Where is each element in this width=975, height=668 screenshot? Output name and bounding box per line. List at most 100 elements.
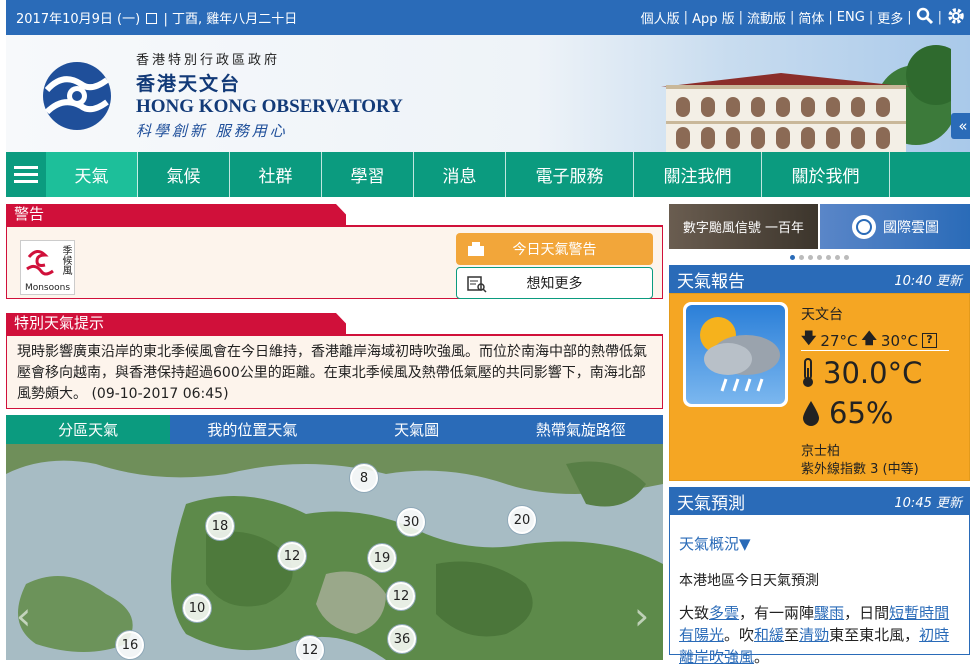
term-link-cloudy[interactable]: 多雲 (709, 604, 739, 622)
right-column: 數字颱風信號 一百年 國際雲圖 天氣報告 10:40 更新 天文台 🡇 27°C… (669, 204, 970, 666)
top-links: 個人版 | App 版 | 流動版 | 简体 | ENG | 更多 | | (641, 6, 966, 30)
min-temp: 27°C (820, 331, 858, 350)
map-terrain (6, 444, 663, 660)
nav-item-news[interactable]: 消息 (414, 152, 506, 197)
forecast-updated: 10:45 更新 (894, 495, 962, 511)
humidity-drop-icon (803, 401, 819, 426)
hamburger-menu-icon[interactable] (6, 152, 46, 197)
station-marker[interactable]: 12 (278, 542, 306, 570)
tab-weather-chart[interactable]: 天氣圖 (335, 415, 499, 444)
forecast-subtitle: 本港地區今日天氣預測 (679, 573, 819, 589)
nav-item-follow-us[interactable]: 關注我們 (634, 152, 762, 197)
learn-more-label: 想知更多 (526, 276, 583, 292)
tips-title: 特別天氣提示 (6, 313, 346, 334)
learn-more-button[interactable]: 想知更多 (456, 267, 653, 299)
separator: | (683, 10, 689, 25)
warnings-header: 警告 (6, 204, 663, 225)
term-link-moderate[interactable]: 和緩 (754, 626, 784, 644)
lunar-date: | 丁酉, 雞年八月二十日 (163, 12, 298, 27)
map-next-arrow[interactable]: › (634, 594, 649, 638)
uv-station: 京士柏 (801, 444, 841, 459)
main-nav: 天氣 氣候 社群 學習 消息 電子服務 關注我們 關於我們 (6, 152, 970, 197)
station-marker[interactable]: 12 (387, 582, 415, 610)
forecast-text-part: 。 (754, 648, 770, 666)
station-marker[interactable]: 20 (508, 506, 536, 534)
station-marker[interactable]: 8 (350, 464, 378, 492)
brand-text: 香港特別行政區政府 香港天文台 HONG KONG OBSERVATORY 科學… (136, 49, 403, 141)
monsoon-signal-icon[interactable]: 季候風 Monsoons (20, 240, 75, 295)
observatory-building-image (661, 45, 951, 152)
forecast-title: 天氣預測 (677, 493, 745, 514)
promo-typhoon-signal[interactable]: 數字颱風信號 一百年 (669, 204, 818, 249)
search-icon[interactable] (916, 7, 934, 29)
link-more[interactable]: 更多 (877, 8, 903, 27)
cloudy-showers-icon[interactable] (683, 302, 788, 407)
tab-my-location-weather[interactable]: 我的位置天氣 (170, 415, 334, 444)
forecast-text-part: ，有一兩陣 (739, 604, 815, 622)
map-tabs: 分區天氣 我的位置天氣 天氣圖 熱帶氣旋路徑 (6, 415, 663, 444)
nav-item-community[interactable]: 社群 (230, 152, 322, 197)
separator: | (828, 10, 833, 25)
warnings-title: 警告 (6, 204, 346, 225)
promo-international-cloud[interactable]: 國際雲圖 (820, 204, 970, 249)
nav-item-learning[interactable]: 學習 (322, 152, 414, 197)
separator: | (868, 10, 874, 25)
link-english[interactable]: ENG (837, 10, 865, 25)
special-weather-tips: 現時影響廣東沿岸的東北季候風會在今日維持，香港離岸海域初時吹強風。而位於南海中部… (6, 334, 663, 409)
weather-report-header: 天氣報告 10:40 更新 (669, 265, 970, 293)
weather-report-updated: 10:40 更新 (894, 273, 962, 289)
carousel-dots[interactable] (669, 249, 970, 265)
nav-item-weather[interactable]: 天氣 (46, 152, 138, 197)
date-text: 2017年10月9日 (一) (16, 12, 141, 27)
term-link-showers[interactable]: 驟雨 (814, 604, 844, 622)
link-personal[interactable]: 個人版 (641, 8, 680, 27)
station-marker[interactable]: 18 (206, 512, 234, 540)
term-link-fresh[interactable]: 清勁 (799, 626, 829, 644)
station-marker[interactable]: 19 (368, 544, 396, 572)
station-marker[interactable]: 30 (397, 508, 425, 536)
gov-name: 香港特別行政區政府 (136, 53, 281, 68)
monsoon-label-zh: 季候風 (60, 245, 71, 275)
link-mobile[interactable]: 流動版 (747, 8, 786, 27)
forecast-text-part: 至 (784, 626, 800, 644)
link-simplified[interactable]: 简体 (798, 8, 824, 27)
separator: | (907, 10, 912, 25)
today-warnings-button[interactable]: 今日天氣警告 (456, 233, 653, 265)
document-search-icon (467, 276, 487, 293)
tab-tropical-cyclone-track[interactable]: 熱帶氣旋路徑 (499, 415, 663, 444)
tips-header: 特別天氣提示 (6, 313, 663, 334)
collapse-panel-button[interactable]: « (951, 113, 970, 139)
nav-item-about-us[interactable]: 關於我們 (762, 152, 890, 197)
date-info: 2017年10月9日 (一) | 丁酉, 雞年八月二十日 (16, 8, 297, 27)
station-marker[interactable]: 12 (296, 636, 324, 660)
current-temperature: 30.0°C (801, 356, 922, 390)
overview-toggle[interactable]: 天氣概況▼ (679, 533, 960, 554)
divider (801, 350, 949, 351)
calendar-icon[interactable] (146, 13, 158, 24)
forecast-text-part: 。吹 (724, 626, 755, 644)
tab-regional-weather[interactable]: 分區天氣 (6, 415, 171, 444)
forecast-text-part: 東至東北風， (829, 626, 920, 644)
map-prev-arrow[interactable]: ‹ (16, 594, 31, 638)
top-bar: 2017年10月9日 (一) | 丁酉, 雞年八月二十日 個人版 | App 版 |… (6, 0, 970, 35)
station-marker[interactable]: 10 (183, 594, 211, 622)
forecast-text-part: 大致 (679, 604, 710, 622)
weather-report-title: 天氣報告 (677, 271, 745, 292)
weather-report-panel: 天文台 🡇 27°C 🡅 30°C ? 30.0°C 65% 京士柏 紫外線指數… (669, 293, 970, 481)
separator: | (738, 10, 743, 25)
station-marker[interactable]: 16 (116, 631, 144, 659)
link-app[interactable]: App 版 (692, 8, 735, 27)
nav-item-eservices[interactable]: 電子服務 (506, 152, 634, 197)
gear-icon[interactable] (946, 6, 966, 30)
site-name-en: HONG KONG OBSERVATORY (136, 96, 403, 117)
wmo-logo-icon (852, 214, 876, 239)
hko-logo[interactable] (33, 60, 121, 132)
left-column: 警告 季候風 Monsoons 今日天氣警告 想知更多 特別天氣提示 現時影響廣… (6, 204, 663, 660)
current-humidity: 65% (801, 396, 893, 430)
station-marker[interactable]: 36 (388, 625, 416, 653)
slogan: 科學創新 服務用心 (136, 122, 288, 140)
forecast-panel: 天氣概況▼ 本港地區今日天氣預測 大致多雲，有一兩陣驟雨，日間短暫時間有陽光。吹… (669, 515, 970, 666)
nav-item-climate[interactable]: 氣候 (138, 152, 230, 197)
regional-weather-map[interactable]: 8 18 30 20 12 19 12 10 36 16 12 ‹ › (6, 444, 663, 660)
help-icon[interactable]: ? (921, 333, 937, 348)
